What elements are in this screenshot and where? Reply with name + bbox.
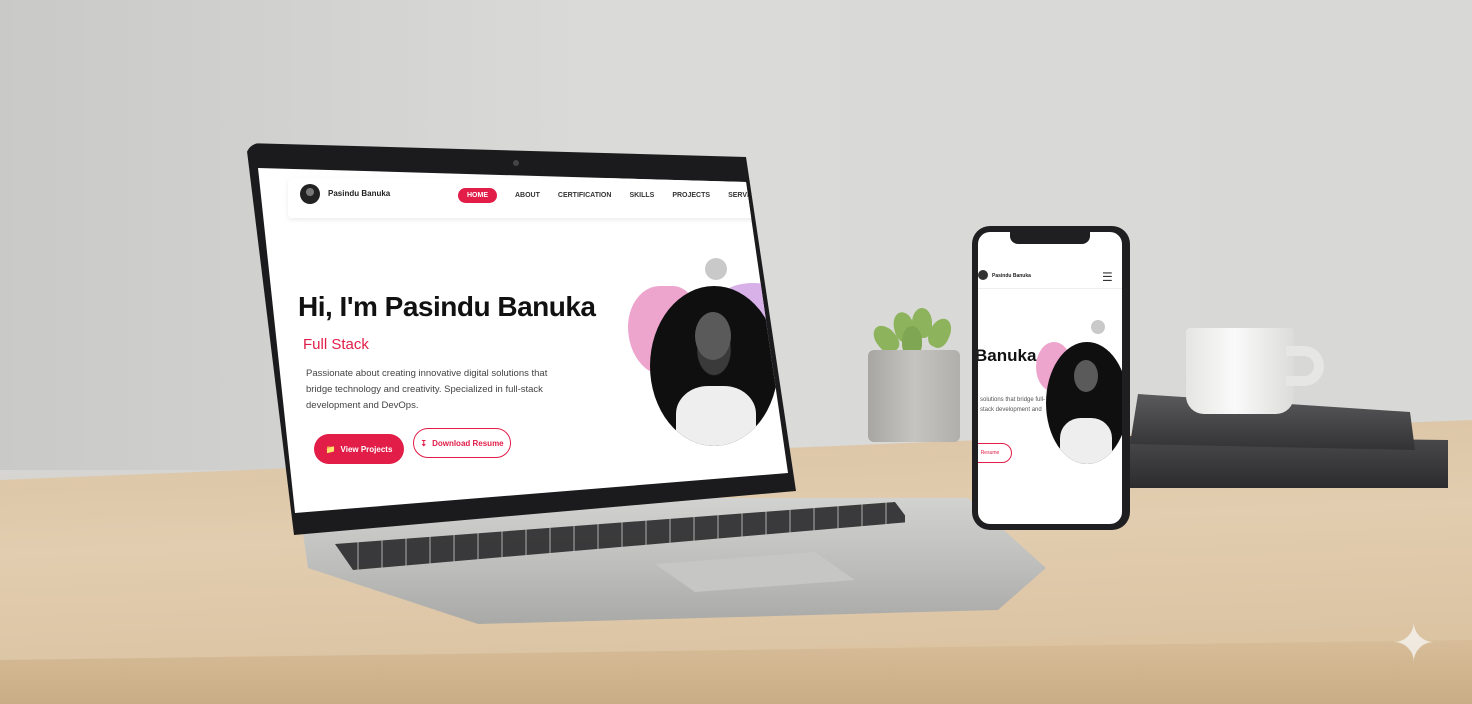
- hamburger-icon[interactable]: ☰: [1102, 270, 1113, 284]
- download-resume-button[interactable]: ↧ Download Resume: [413, 428, 511, 458]
- profile-photo-shirt: [676, 386, 756, 446]
- nav-item-about[interactable]: ABOUT: [515, 192, 540, 199]
- phone-brand-name[interactable]: Pasindu Banuka: [992, 273, 1031, 279]
- succulent-plant: [868, 304, 956, 357]
- phone-decorative-dot: [1091, 320, 1105, 334]
- phone-hero-description: solutions that bridge full-stack develop…: [980, 397, 1046, 413]
- nav-item-projects[interactable]: PROJECTS: [672, 192, 710, 199]
- download-icon: ↧: [420, 438, 428, 448]
- folder-icon: 📁: [325, 444, 336, 454]
- view-projects-button[interactable]: 📁 View Projects: [314, 434, 404, 464]
- profile-photo: [650, 286, 778, 446]
- phone-profile-photo-shirt: [1060, 418, 1112, 464]
- phone-nav-divider: [978, 288, 1122, 289]
- sparkle-icon: ✦: [1392, 615, 1436, 673]
- phone-profile-photo-head: [1074, 360, 1098, 392]
- download-resume-label: Download Resume: [432, 438, 504, 448]
- phone-profile-photo: [1046, 342, 1122, 464]
- avatar: [300, 184, 320, 204]
- phone-notch: [1010, 232, 1090, 244]
- hero-subtitle: Full Stack: [303, 336, 369, 353]
- phone-hero-title: Banuka: [978, 346, 1037, 365]
- phone-download-resume-button[interactable]: Resume: [978, 443, 1012, 463]
- view-projects-label: View Projects: [340, 444, 393, 454]
- nav-item-certification[interactable]: CERTIFICATION: [558, 192, 612, 199]
- coffee-mug: [1186, 328, 1294, 414]
- nav-menu: HOME ABOUT CERTIFICATION SKILLS PROJECTS…: [458, 188, 763, 203]
- phone-avatar: [978, 270, 988, 280]
- laptop-camera: [513, 160, 519, 166]
- laptop-screen: Pasindu Banuka HOME ABOUT CERTIFICATION …: [258, 168, 788, 513]
- decorative-dot: [705, 258, 727, 280]
- plant-pot: [868, 350, 960, 442]
- hero-description: Passionate about creating innovative dig…: [306, 368, 548, 411]
- nav-item-home[interactable]: HOME: [458, 188, 497, 203]
- profile-photo-head: [695, 312, 731, 360]
- brand-name[interactable]: Pasindu Banuka: [328, 189, 390, 198]
- nav-item-skills[interactable]: SKILLS: [629, 192, 654, 199]
- hero-title: Hi, I'm Pasindu Banuka: [298, 291, 596, 322]
- phone-screen: Pasindu Banuka ☰ Banuka solutions that b…: [978, 232, 1122, 524]
